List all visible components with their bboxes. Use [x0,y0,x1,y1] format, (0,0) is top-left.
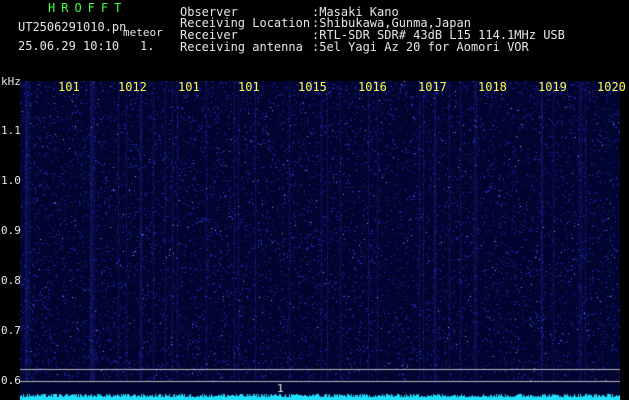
spectrogram [20,81,620,400]
y-tick-label: 0.9 [1,224,21,237]
antenna-label: Receiving antenna [180,40,303,54]
x-tick-label: 1015 [298,80,327,94]
y-tick-label: 1.1 [1,124,21,137]
file-suffix: meteor [123,26,163,39]
y-axis-unit: kHz [1,75,21,88]
y-tick-label: 0.8 [1,274,21,287]
antenna-value: :5el Yagi Az 20 for Aomori VOR [312,40,529,54]
y-tick-label: 0.7 [1,324,21,337]
x-tick-label: 101 [178,80,200,94]
y-tick-label: 1.0 [1,174,21,187]
file-name: UT2506291010.pn [18,20,127,34]
x-tick-label: 1020 [597,80,626,94]
x-tick-label: 1017 [418,80,447,94]
x-tick-label: 1019 [538,80,567,94]
app-title: HROFFT [48,1,128,15]
x-tick-label: 101 [238,80,260,94]
frame-number: 1. [140,39,155,53]
y-tick-label: 0.6 [1,374,21,387]
x-tick-label: 1012 [118,80,147,94]
x-tick-label: 1016 [358,80,387,94]
timestamp: 25.06.29 10:10 [18,39,120,53]
x-tick-label: 1018 [478,80,507,94]
x-tick-label: 101 [58,80,80,94]
